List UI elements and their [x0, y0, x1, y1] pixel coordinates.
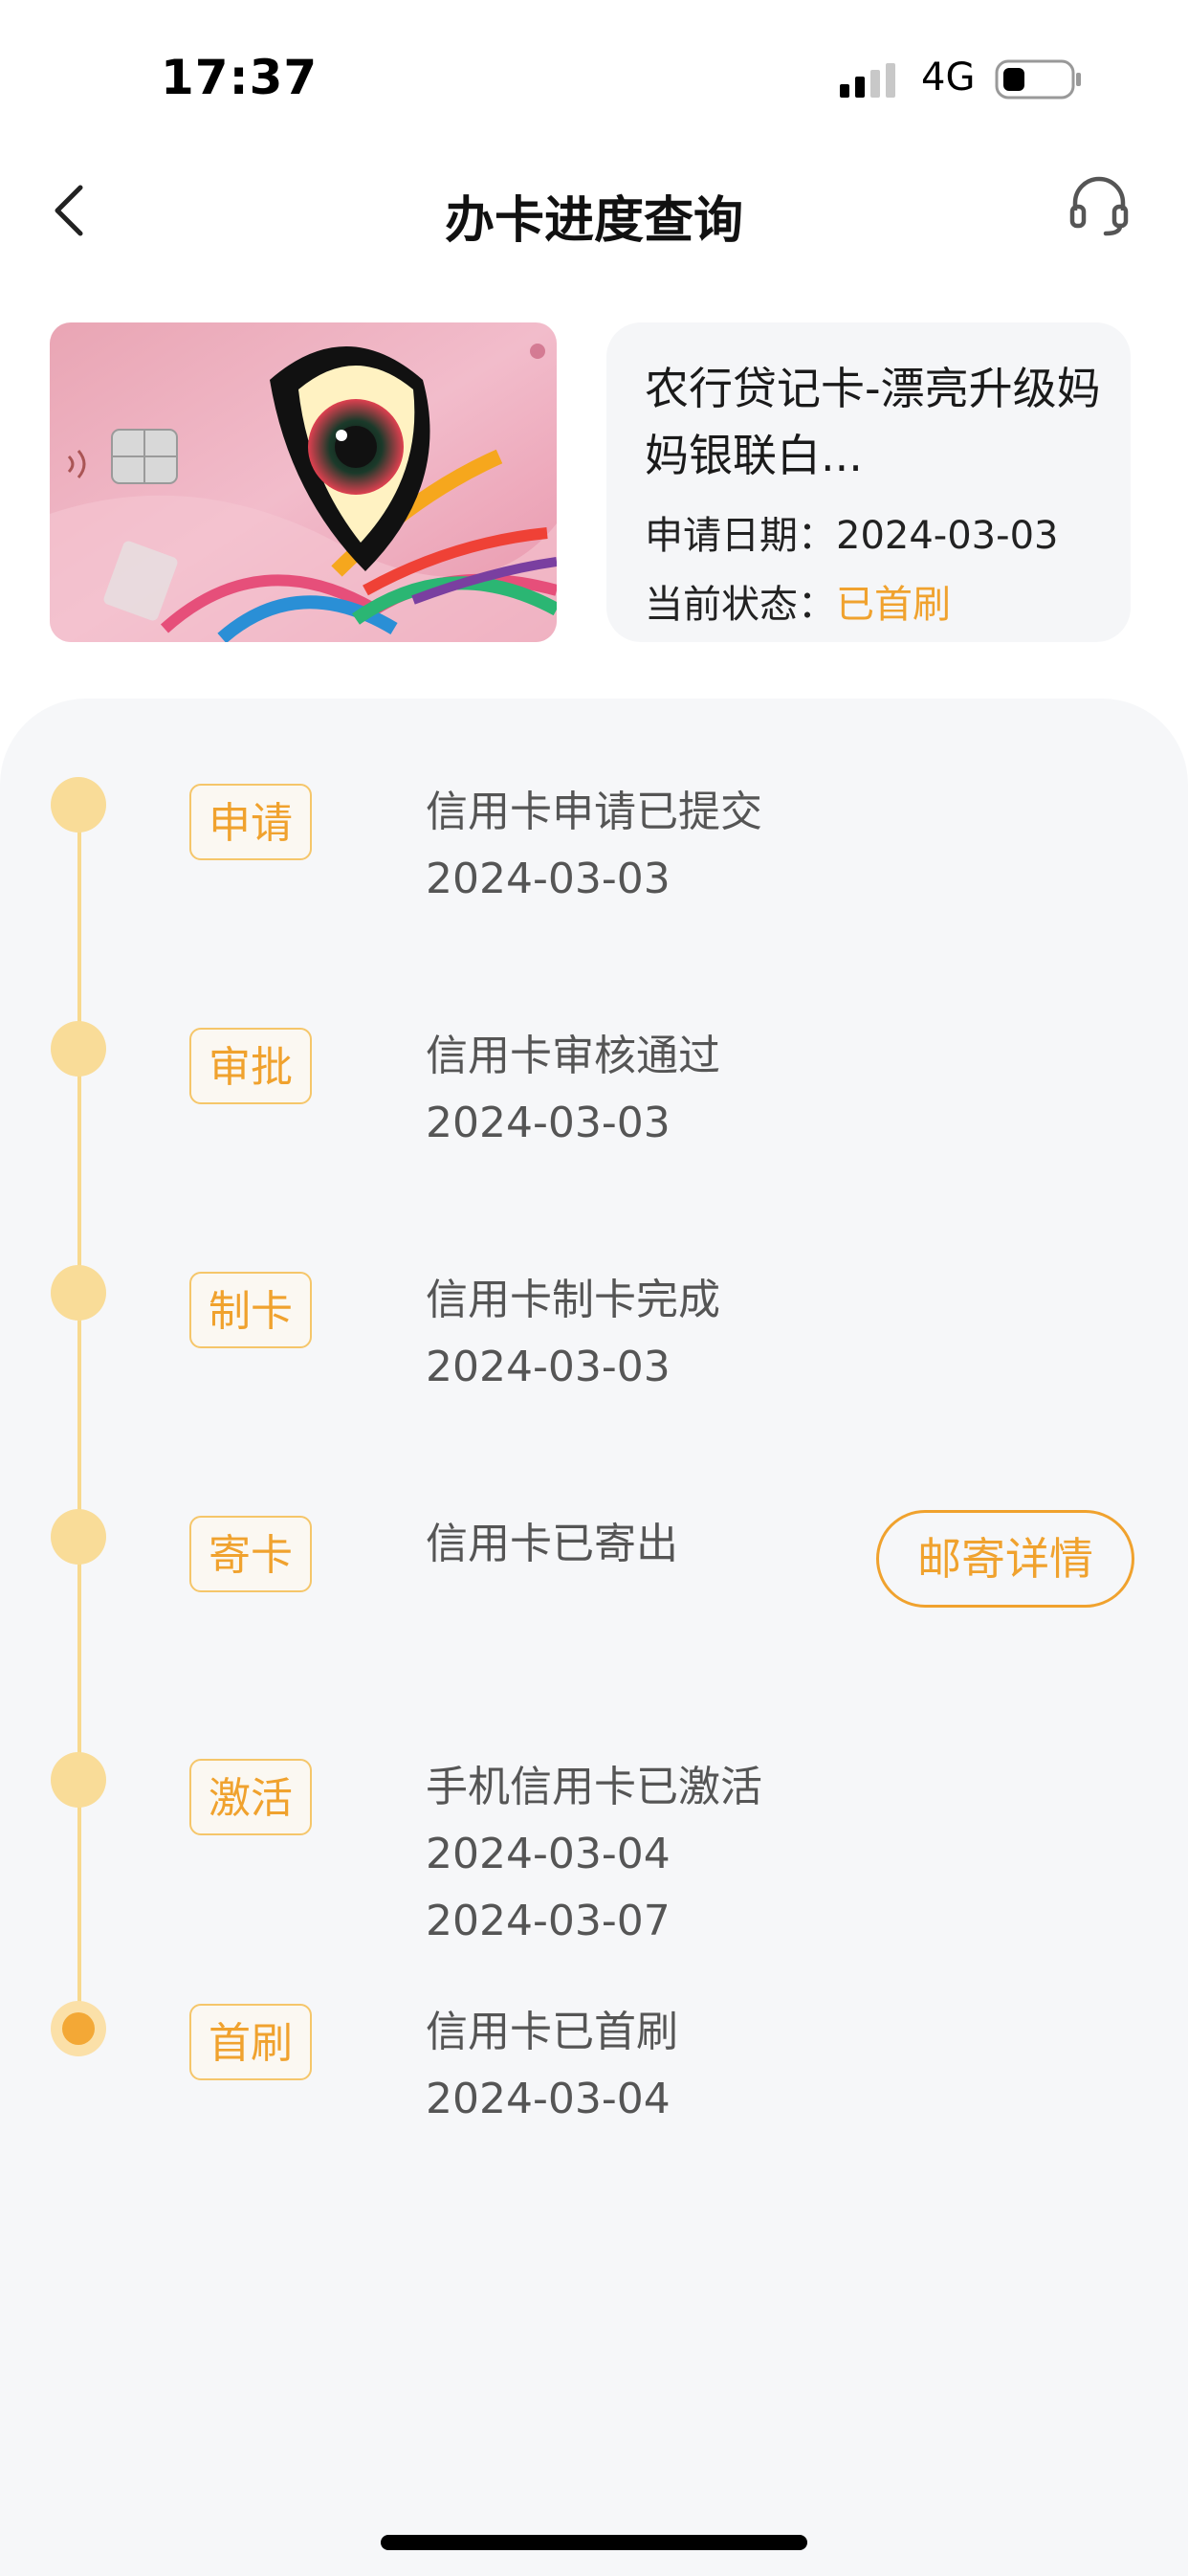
status-time: 17:37: [161, 50, 319, 105]
step-tag: 申请: [189, 784, 312, 860]
timeline-dot: [51, 1265, 106, 1321]
page-title: 办卡进度查询: [444, 192, 743, 250]
timeline-dot: [51, 1752, 106, 1808]
credit-card-image: [50, 322, 557, 642]
network-type: 4G: [921, 56, 976, 100]
step-tag: 制卡: [189, 1272, 312, 1348]
step-title: 信用卡制卡完成: [426, 1276, 720, 1324]
step-date: 2024-03-07: [426, 1897, 671, 1945]
step-date: 2024-03-03: [426, 1099, 671, 1147]
card-name: 农行贷记卡-漂亮升级妈妈银联白...: [645, 363, 1101, 481]
timeline-line: [77, 806, 81, 2032]
step-tag: 激活: [189, 1759, 312, 1835]
battery-icon: [995, 59, 1081, 100]
current-status-value: 已首刷: [836, 583, 951, 627]
step-date: 2024-03-03: [426, 855, 671, 903]
step-title: 信用卡已寄出: [426, 1520, 678, 1568]
step-title: 信用卡已首刷: [426, 2008, 678, 2056]
step-date: 2024-03-04: [426, 1830, 671, 1878]
apply-date-value: 2024-03-03: [836, 514, 1059, 558]
home-indicator: [381, 2535, 807, 2550]
step-title: 信用卡审核通过: [426, 1032, 720, 1080]
timeline-dot: [51, 1509, 106, 1565]
timeline-dot: [51, 1021, 106, 1077]
step-date: 2024-03-04: [426, 2075, 671, 2123]
apply-date-label: 申请日期：: [645, 514, 836, 558]
current-status-label: 当前状态：: [645, 583, 836, 627]
cellular-signal-icon: [840, 63, 895, 98]
step-date: 2024-03-03: [426, 1343, 671, 1391]
current-status-row: 当前状态：已首刷: [645, 573, 951, 629]
status-bar: 17:37 4G: [0, 0, 1188, 144]
progress-panel: [0, 699, 1188, 2576]
card-info-panel: 农行贷记卡-漂亮升级妈妈银联白... 申请日期：2024-03-03 当前状态：…: [606, 322, 1131, 642]
nav-bar: 办卡进度查询: [0, 153, 1188, 268]
timeline-dot: [51, 777, 106, 833]
step-tag: 寄卡: [189, 1516, 312, 1592]
step-tag: 首刷: [189, 2004, 312, 2080]
step-tag: 审批: [189, 1028, 312, 1104]
mail-details-button[interactable]: 邮寄详情: [876, 1510, 1134, 1608]
apply-date-row: 申请日期：2024-03-03: [645, 504, 1058, 560]
step-title: 手机信用卡已激活: [426, 1763, 762, 1811]
customer-service-icon[interactable]: [1067, 174, 1131, 237]
step-title: 信用卡申请已提交: [426, 788, 762, 836]
timeline-dot-current: [51, 2001, 106, 2056]
